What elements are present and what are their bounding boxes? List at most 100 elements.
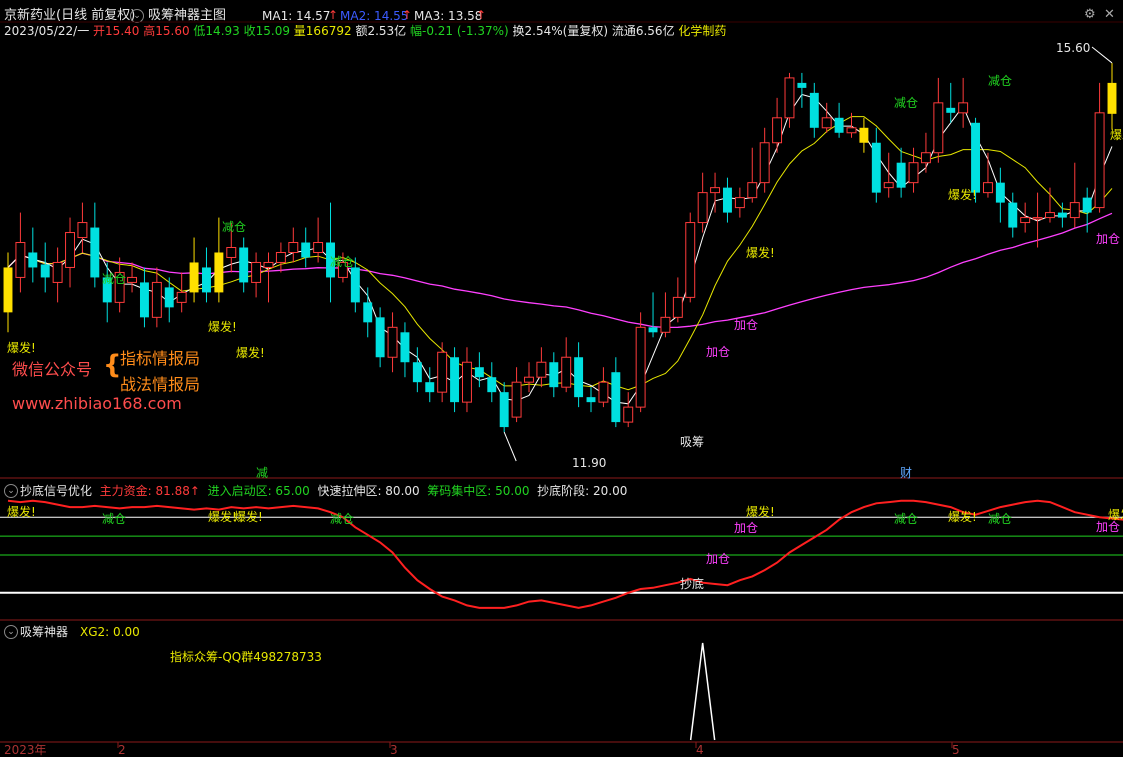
candle-body xyxy=(301,242,311,258)
candle-body xyxy=(549,362,559,388)
candle-body xyxy=(275,251,286,263)
panel2-zhuli-arrow-icon: ↑ xyxy=(189,484,200,498)
high-pointer-line xyxy=(1091,46,1113,64)
candle-body xyxy=(971,122,981,193)
candle-body xyxy=(1082,197,1092,213)
candle-body xyxy=(710,187,721,194)
bottom-marker-jian: 减 xyxy=(256,466,269,480)
panel2-kuaisu: 快速拉伸区: 80.00 xyxy=(317,484,420,498)
candle-body xyxy=(65,232,75,268)
signal-jiancang-1: 减仓 xyxy=(222,220,247,234)
candle-body xyxy=(672,296,683,318)
candle-body xyxy=(52,261,63,283)
candle-body xyxy=(908,162,919,184)
panel2-title[interactable]: 抄底信号优化 xyxy=(20,484,92,498)
p2-jiancang-2: 减仓 xyxy=(330,512,355,526)
candle-body xyxy=(28,252,38,268)
candle-body xyxy=(474,367,484,378)
candle-body xyxy=(412,362,422,383)
signal-jiancang-4: 减仓 xyxy=(894,96,919,110)
candle-body xyxy=(1069,202,1080,219)
p2-jiacang-1: 加仓 xyxy=(734,521,759,535)
signal-baofa-6: 爆发! xyxy=(1110,128,1123,142)
panel2-header: 抄底信号优化 主力资金: 81.88↑ 进入启动区: 65.00 快速拉伸区: … xyxy=(20,484,627,498)
watermark-name-2: 战法情报局 xyxy=(120,375,201,394)
candle-body xyxy=(350,267,360,303)
axis-month-5: 5 xyxy=(952,743,960,757)
p2-baofa-4: 爆发! xyxy=(746,505,775,519)
candle-body xyxy=(722,187,732,213)
axis-month-4: 4 xyxy=(696,743,704,757)
candle-body xyxy=(387,326,398,358)
signal-jiacang-1: 加仓 xyxy=(734,318,759,332)
candle-body xyxy=(437,351,448,393)
low-price-label: 11.90 xyxy=(572,456,607,470)
candle-body xyxy=(871,142,881,193)
xg2-spike xyxy=(689,642,716,741)
candle-body xyxy=(784,77,795,119)
candle-body xyxy=(226,247,237,258)
p2-jiacang-3: 加仓 xyxy=(1096,520,1121,534)
candle-body xyxy=(313,242,324,253)
p2-chaodi-signal: 抄底 xyxy=(680,577,705,591)
candle-body xyxy=(933,102,944,154)
candle-body xyxy=(759,142,770,184)
candle-body xyxy=(90,227,100,278)
signal-baofa-4: 爆发! xyxy=(746,246,775,260)
candle-body xyxy=(809,92,819,128)
candle-body xyxy=(685,222,696,298)
candle-body xyxy=(3,267,13,313)
watermark-wechat: 微信公众号 xyxy=(12,360,93,379)
panel3-settings-icon[interactable]: ⌄ xyxy=(4,625,18,639)
candle-body xyxy=(263,261,274,268)
candle-body xyxy=(982,182,993,194)
candle-body xyxy=(574,357,584,398)
candle-body xyxy=(1008,202,1018,228)
candle-body xyxy=(1107,82,1117,114)
panel3-title[interactable]: 吸筹神器 xyxy=(20,625,68,639)
axis-year-label: 2023年 xyxy=(4,743,47,757)
candle-body xyxy=(251,261,262,283)
ma3-line xyxy=(7,212,1113,329)
p2-baofa-3: 爆发! xyxy=(234,510,263,524)
candle-body xyxy=(425,382,435,393)
panel3-note: 指标众筹-QQ群498278733 xyxy=(170,650,322,664)
candle-body xyxy=(834,117,844,133)
candle-body xyxy=(189,262,199,293)
candle-body xyxy=(176,291,187,303)
candle-body xyxy=(883,182,894,189)
panel2-choumu: 筹码集中区: 50.00 xyxy=(427,484,530,498)
candle-body xyxy=(920,152,931,164)
candle-body xyxy=(1032,217,1043,220)
candle-body xyxy=(127,276,138,283)
panel2-settings-icon[interactable]: ⌄ xyxy=(4,484,18,498)
candle-body xyxy=(1020,217,1031,224)
watermark-brace: { xyxy=(103,350,122,380)
candle-body xyxy=(462,361,472,403)
candle-body xyxy=(15,242,26,278)
candle-body xyxy=(77,222,88,239)
candle-body xyxy=(288,242,299,253)
candle-body xyxy=(648,327,658,333)
candle-body xyxy=(363,302,373,323)
candle-body xyxy=(239,247,249,283)
p2-baofa-5: 爆发! xyxy=(948,510,977,524)
signal-baofa-3: 爆发! xyxy=(236,346,265,360)
candle-body xyxy=(139,282,149,318)
candle-body xyxy=(697,192,708,224)
candle-body xyxy=(511,381,522,418)
candle-body xyxy=(151,281,162,318)
signal-xichou: 吸筹 xyxy=(680,435,705,449)
panel2-zhuli: 主力资金: 81.88 xyxy=(99,484,190,498)
signal-jiacang-2: 加仓 xyxy=(706,345,731,359)
candle-body xyxy=(450,357,460,403)
signal-jiancang-3: 减仓 xyxy=(330,255,355,269)
candle-body xyxy=(896,162,906,188)
candle-body xyxy=(375,317,385,358)
candle-body xyxy=(660,316,671,333)
candle-body xyxy=(846,127,857,134)
candle-body xyxy=(995,182,1005,203)
watermark-url: www.zhibiao168.com xyxy=(12,394,182,413)
axis-month-3: 3 xyxy=(390,743,398,757)
signal-jiancang-2: 减仓 xyxy=(102,272,127,286)
